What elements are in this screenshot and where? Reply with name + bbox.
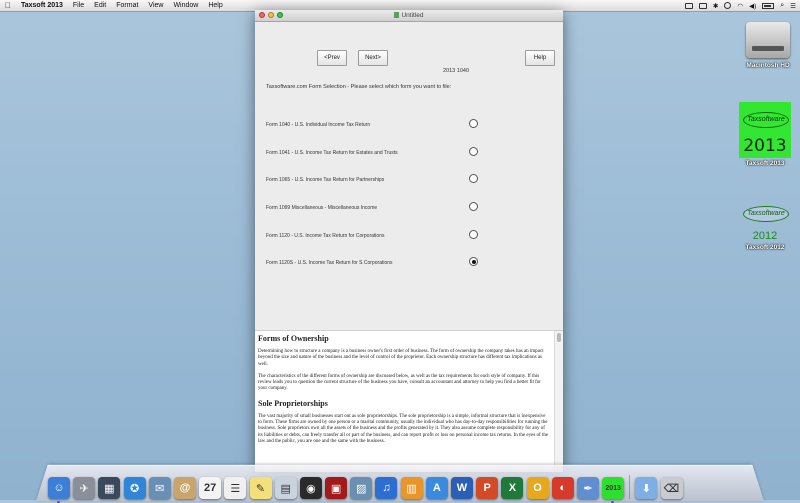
app-window: Untitled <Prev Next> Help 2013 1040 Taxs…: [255, 10, 563, 472]
minimize-window-icon[interactable]: [268, 12, 274, 18]
next-button[interactable]: Next>: [358, 50, 388, 66]
form-option-label: Form 1120S - U.S. Income Tax Return for …: [266, 260, 393, 266]
xcode-icon[interactable]: ✒: [576, 477, 599, 499]
desktop-icon-taxsoft-2012[interactable]: Taxsoftware 2012 Taxsoft 2012: [735, 200, 795, 251]
menu-app-name[interactable]: Taxsoft 2013: [16, 2, 68, 9]
app-store-icon[interactable]: A: [425, 477, 448, 499]
form-radio-1120[interactable]: [469, 230, 478, 239]
doc-scrollbar[interactable]: [554, 331, 563, 472]
form-option-label: Form 1040 - U.S. Individual Income Tax R…: [266, 122, 371, 128]
form-option-1065: Form 1065 - U.S. Income Tax Return for P…: [266, 174, 526, 188]
calendar-icon[interactable]: 27: [199, 477, 222, 499]
doc-paragraph: The vast majority of small businesses st…: [258, 413, 549, 444]
prev-button[interactable]: <Prev: [317, 50, 347, 66]
hard-drive-icon: [744, 16, 792, 60]
photo-booth-red-icon[interactable]: ◐: [551, 477, 574, 499]
menu-view[interactable]: View: [143, 2, 168, 9]
help-button[interactable]: Help: [525, 50, 555, 66]
form-option-label: Form 1041 - U.S. Income Tax Return for E…: [266, 150, 398, 156]
form-option-label: Form 1120 - U.S. Income Tax Return for C…: [266, 233, 385, 239]
itunes-icon[interactable]: ♫: [375, 477, 398, 499]
iphoto-icon[interactable]: ▨: [350, 477, 373, 499]
form-option-1120: Form 1120 - U.S. Income Tax Return for C…: [266, 230, 526, 244]
mail-icon[interactable]: ✉: [148, 477, 171, 499]
display-icon[interactable]: [698, 2, 707, 9]
form-radio-1120s[interactable]: [469, 257, 478, 266]
status-area: ✱ ◠ ◀) ⌕ ☰: [684, 2, 800, 10]
time-machine-icon[interactable]: [724, 2, 732, 9]
safari-icon[interactable]: ✪: [123, 477, 146, 499]
form-radio-1040[interactable]: [469, 119, 478, 128]
ibooks-icon[interactable]: ▥: [400, 477, 423, 499]
doc-paragraph: The characteristics of the different for…: [258, 373, 541, 392]
menu-help[interactable]: Help: [203, 2, 227, 9]
apple-menu-icon[interactable]: : [0, 1, 16, 10]
photobooth-icon[interactable]: ▣: [325, 477, 348, 499]
menu-window[interactable]: Window: [168, 2, 203, 9]
menu-edit[interactable]: Edit: [89, 2, 111, 9]
preview-icon[interactable]: ▤: [274, 477, 297, 499]
window-titlebar[interactable]: Untitled: [255, 10, 563, 22]
wifi-icon[interactable]: ◠: [737, 2, 743, 10]
word-icon[interactable]: W: [451, 477, 473, 499]
bluetooth-icon[interactable]: ✱: [713, 2, 718, 10]
taxsoft-2012-icon: Taxsoftware 2012: [739, 200, 791, 242]
powerpoint-icon[interactable]: P: [476, 477, 499, 499]
desktop-icon-taxsoft-2013[interactable]: Taxsoftware 2013 Taxsoft 2013: [735, 102, 795, 167]
excel-icon[interactable]: X: [501, 477, 524, 499]
desktop-icon-label: Macintosh HD: [746, 62, 790, 69]
help-document-pane[interactable]: Forms of Ownership Determining how to st…: [255, 330, 563, 472]
document-icon: [394, 12, 400, 18]
form-radio-1099-misc[interactable]: [469, 202, 478, 211]
menu-file[interactable]: File: [68, 2, 89, 9]
form-option-1040: Form 1040 - U.S. Individual Income Tax R…: [266, 119, 526, 133]
dock-separator: [629, 475, 631, 499]
form-selection-instructions: Taxsoftware.com Form Selection - Please …: [266, 84, 452, 90]
taxsoft-2013-icon: Taxsoftware 2013: [739, 102, 791, 158]
reminders-icon[interactable]: ☰: [224, 477, 247, 499]
spotlight-search-icon[interactable]: ⌕: [780, 2, 784, 10]
battery-icon[interactable]: [762, 2, 775, 9]
desktop-icon-macintosh-hd[interactable]: Macintosh HD: [738, 16, 798, 69]
dvd-icon[interactable]: ◉: [299, 477, 322, 499]
zoom-window-icon[interactable]: [277, 12, 283, 18]
window-title: Untitled: [401, 12, 424, 19]
launchpad-icon[interactable]: ✈: [73, 477, 96, 499]
form-option-1041: Form 1041 - U.S. Income Tax Return for E…: [266, 147, 526, 161]
trash-icon[interactable]: ⌫: [660, 477, 683, 499]
outlook-icon[interactable]: O: [526, 477, 549, 499]
form-radio-1041[interactable]: [469, 147, 478, 156]
form-option-1120s: Form 1120S - U.S. Income Tax Return for …: [266, 257, 526, 271]
desktop-icon-label: Taxsoft 2012: [745, 244, 785, 251]
desktop-icon-label: Taxsoft 2013: [745, 160, 785, 167]
volume-icon[interactable]: ◀): [749, 2, 756, 10]
notes-icon[interactable]: ✎: [249, 477, 272, 499]
dock-icon-row: ☺ ✈ ▦ ✪ ✉ @27 ☰ ✎ ▤ ◉ ▣ ▨ ♫ ▥ A W P X O ◐ ✒ 2013 ⬇ ⌫: [48, 461, 758, 503]
close-window-icon[interactable]: [259, 12, 265, 18]
mission-control-icon[interactable]: ▦: [98, 477, 121, 499]
finder-icon[interactable]: ☺: [48, 477, 70, 503]
doc-paragraph: Determining how to structure a company i…: [258, 349, 544, 367]
contacts-icon[interactable]: @: [173, 477, 196, 499]
doc-scrollbar-thumb[interactable]: [557, 333, 561, 342]
notification-center-icon[interactable]: ☰: [790, 2, 796, 10]
form-radio-1065[interactable]: [469, 174, 478, 183]
doc-heading-forms-of-ownership: Forms of Ownership: [258, 334, 329, 343]
airplay-icon[interactable]: [684, 2, 693, 9]
menu-format[interactable]: Format: [111, 2, 143, 9]
taxsoft-icon[interactable]: 2013: [602, 477, 625, 503]
doc-heading-sole-proprietorships: Sole Proprietorships: [258, 398, 328, 408]
form-year-label: 2013 1040: [443, 68, 469, 74]
form-option-1099-misc: Form 1099 Miscellaneous - Miscellaneous …: [266, 202, 526, 216]
downloads-folder-icon[interactable]: ⬇: [635, 477, 658, 499]
form-option-label: Form 1099 Miscellaneous - Miscellaneous …: [266, 205, 378, 211]
form-option-label: Form 1065 - U.S. Income Tax Return for P…: [266, 177, 385, 183]
